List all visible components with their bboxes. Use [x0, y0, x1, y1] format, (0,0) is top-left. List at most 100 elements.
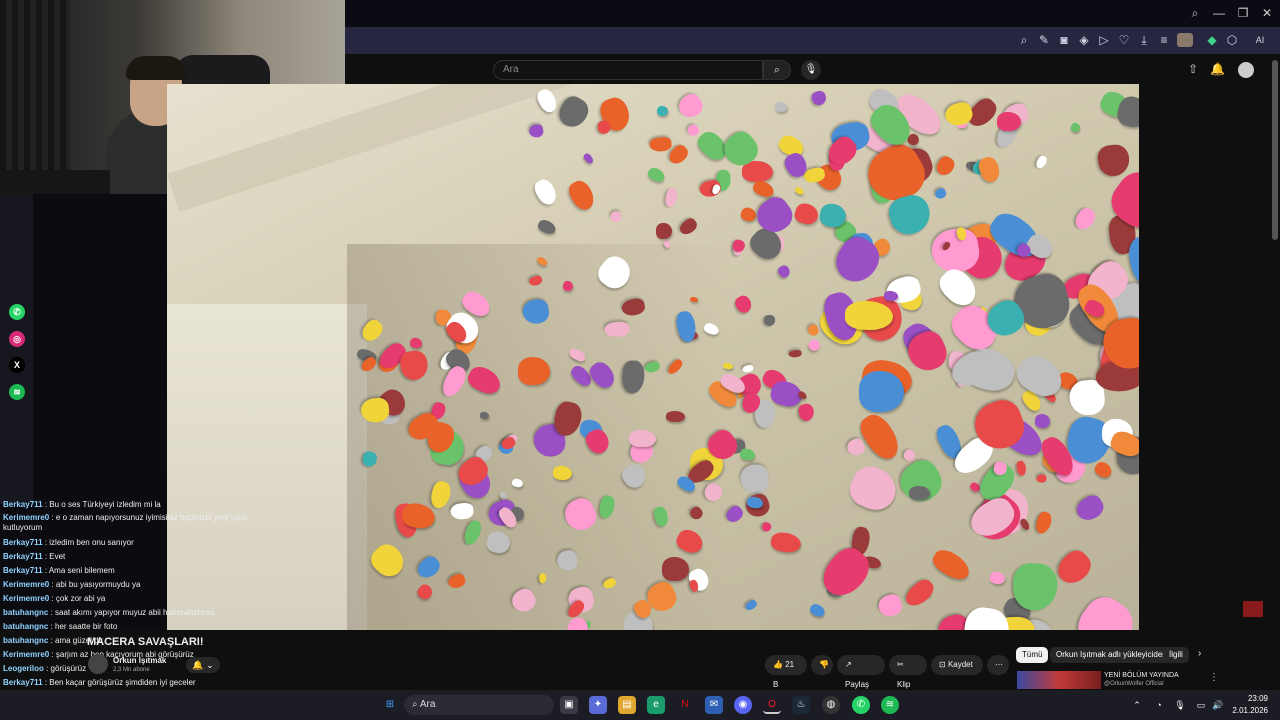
clip-button[interactable]: ✂ Klip: [889, 655, 927, 689]
climbing-hold: [535, 217, 558, 236]
search-button[interactable]: ⌕: [763, 60, 791, 80]
share-button[interactable]: ↗ Paylaş: [837, 655, 885, 689]
whatsapp-taskbar-icon[interactable]: ✆: [852, 696, 870, 714]
climbing-hold: [656, 105, 670, 117]
taskbar-search[interactable]: ⌕ Ara: [404, 695, 554, 715]
chat-username[interactable]: Berkay711: [3, 566, 43, 575]
chat-username[interactable]: batuhangnc: [3, 636, 48, 645]
climbing-hold: [1071, 205, 1098, 234]
suggestion-thumbnail[interactable]: [1017, 671, 1101, 689]
more-icon[interactable]: ⋯: [987, 655, 1009, 675]
chip-uploader[interactable]: Orkun Işıtmak adlı yükleyiciden: [1050, 647, 1173, 663]
chat-username[interactable]: Kerimemre0: [3, 580, 49, 589]
download-icon[interactable]: ⤓: [1137, 33, 1151, 47]
climbing-hold: [1068, 589, 1139, 630]
climbing-hold: [760, 521, 773, 534]
ai-button[interactable]: AI: [1245, 33, 1275, 47]
chat-text: : izledim ben onu sanıyor: [42, 538, 134, 547]
dislike-button[interactable]: 👎: [811, 655, 833, 675]
search-icon[interactable]: ⌕: [1187, 6, 1203, 20]
mail-icon[interactable]: ✉: [705, 696, 723, 714]
search-input[interactable]: Ara: [493, 60, 763, 80]
channel-avatar[interactable]: [88, 654, 108, 674]
account-avatar[interactable]: [1238, 62, 1254, 78]
spotify-icon: ≋: [9, 384, 25, 400]
clock-time: 23:09: [1247, 694, 1268, 703]
suggestion-title[interactable]: YENİ BÖLÜM YAYINDA: [1104, 672, 1179, 679]
maximize-icon[interactable]: ❐: [1235, 6, 1251, 20]
zoom-icon[interactable]: ⌕: [1017, 33, 1031, 47]
chat-username[interactable]: Kerimemre0: [3, 513, 49, 522]
like-button[interactable]: 👍 21 B: [765, 655, 807, 689]
menu-icon[interactable]: ≡: [1157, 33, 1171, 47]
channel-name[interactable]: Orkun Işıtmak: [113, 656, 166, 665]
climbing-hold: [581, 152, 595, 166]
climbing-hold: [649, 136, 672, 153]
chip-related[interactable]: İlgili: [1163, 647, 1189, 663]
chat-username[interactable]: Berkay711: [3, 552, 43, 561]
profile-avatar[interactable]: [1177, 33, 1193, 47]
climbing-hold: [741, 363, 754, 374]
climbing-hold: [855, 409, 906, 466]
chat-message: Kerimemre0 : e o zaman napıyorsunuz iyim…: [3, 513, 253, 533]
network-icon[interactable]: ▭: [1192, 696, 1210, 714]
chat-username[interactable]: Berkay711: [3, 678, 43, 687]
suggestion-menu-icon[interactable]: ⋮: [1209, 672, 1219, 683]
climbing-hold: [1072, 491, 1108, 526]
x-icon: X: [9, 357, 25, 373]
camera-icon[interactable]: ◙: [1057, 33, 1071, 47]
steam-icon[interactable]: ♨: [792, 696, 810, 714]
climbing-hold: [674, 90, 707, 122]
climbing-hold: [769, 531, 802, 555]
volume-icon[interactable]: 🔊: [1209, 696, 1227, 714]
save-button[interactable]: ⊡ Kaydet: [931, 655, 983, 675]
notifications-icon[interactable]: 🔔: [1210, 62, 1225, 76]
video-player[interactable]: [167, 84, 1139, 630]
climbing-hold: [609, 210, 622, 223]
copilot-icon[interactable]: ✦: [589, 696, 607, 714]
chat-username[interactable]: Berkay711: [3, 500, 43, 509]
chat-username[interactable]: batuhangnc: [3, 608, 48, 617]
chat-username[interactable]: Kerimemre0: [3, 594, 49, 603]
tray-chevron-icon[interactable]: ⌃: [1128, 696, 1146, 714]
chat-username[interactable]: Berkay711: [3, 538, 43, 547]
heart-icon[interactable]: ♡: [1117, 33, 1131, 47]
spotify-taskbar-icon[interactable]: ≋: [881, 696, 899, 714]
create-icon[interactable]: ⇧: [1186, 62, 1200, 76]
chat-username[interactable]: Leogeriloo: [3, 664, 44, 673]
minimize-icon[interactable]: —: [1211, 6, 1227, 20]
obs-icon[interactable]: ◍: [822, 696, 840, 714]
shield-icon[interactable]: ◈: [1077, 33, 1091, 47]
chat-username[interactable]: Kerimemre0: [3, 650, 49, 659]
clock-date: 2.01.2026: [1232, 706, 1268, 715]
system-clock[interactable]: 23:09 2.01.2026: [1232, 693, 1268, 717]
climbing-hold: [942, 99, 975, 129]
vpn-icon[interactable]: ◆: [1205, 33, 1219, 47]
file-explorer-icon[interactable]: ▤: [618, 696, 636, 714]
discord-icon[interactable]: ◉: [734, 696, 752, 714]
microphone-icon[interactable]: 🎙: [1171, 696, 1189, 714]
climbing-hold: [1034, 154, 1049, 171]
netflix-icon[interactable]: N: [676, 696, 694, 714]
instagram-icon: ◎: [9, 331, 25, 347]
edit-icon[interactable]: ✎: [1037, 33, 1051, 47]
play-icon[interactable]: ▷: [1097, 33, 1111, 47]
subscribe-bell-button[interactable]: 🔔 ⌄: [186, 657, 220, 673]
task-view-icon[interactable]: ▣: [560, 696, 578, 714]
tray-app-icon[interactable]: ◔: [1150, 696, 1168, 714]
edge-icon[interactable]: e: [647, 696, 665, 714]
climbing-hold: [901, 576, 938, 612]
opera-icon[interactable]: O: [763, 696, 781, 714]
page-scrollbar[interactable]: [1272, 60, 1278, 240]
climbing-hold: [738, 447, 756, 462]
chat-message: Leogeriloo : görüşürüz: [3, 664, 86, 674]
extensions-icon[interactable]: ⬡: [1225, 33, 1239, 47]
climbing-hold: [788, 349, 802, 358]
mic-icon[interactable]: 🎙: [801, 60, 821, 80]
windows-start-icon[interactable]: ⊞: [381, 696, 399, 714]
chat-username[interactable]: batuhangnc: [3, 622, 48, 631]
climbing-hold: [894, 454, 949, 509]
close-icon[interactable]: ✕: [1259, 6, 1275, 20]
chip-all[interactable]: Tümü: [1016, 647, 1049, 663]
chevron-right-icon[interactable]: ›: [1198, 648, 1201, 659]
